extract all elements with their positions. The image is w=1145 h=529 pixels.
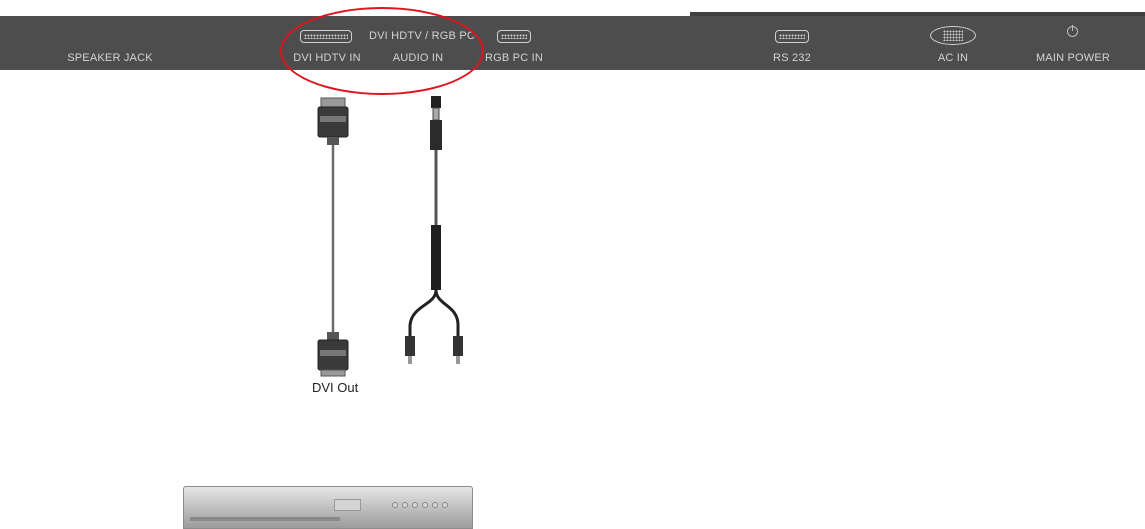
dvd-player	[183, 486, 473, 529]
dvi-out-label: DVI Out	[312, 380, 359, 395]
player-button	[442, 502, 448, 508]
dvi-cable	[317, 97, 349, 377]
player-display	[334, 499, 361, 511]
player-button	[412, 502, 418, 508]
audio-y-cable	[405, 96, 463, 364]
player-button	[392, 502, 398, 508]
disc-tray	[190, 517, 340, 521]
player-button	[422, 502, 428, 508]
cable-illustration	[317, 96, 463, 377]
player-button	[432, 502, 438, 508]
player-button	[402, 502, 408, 508]
